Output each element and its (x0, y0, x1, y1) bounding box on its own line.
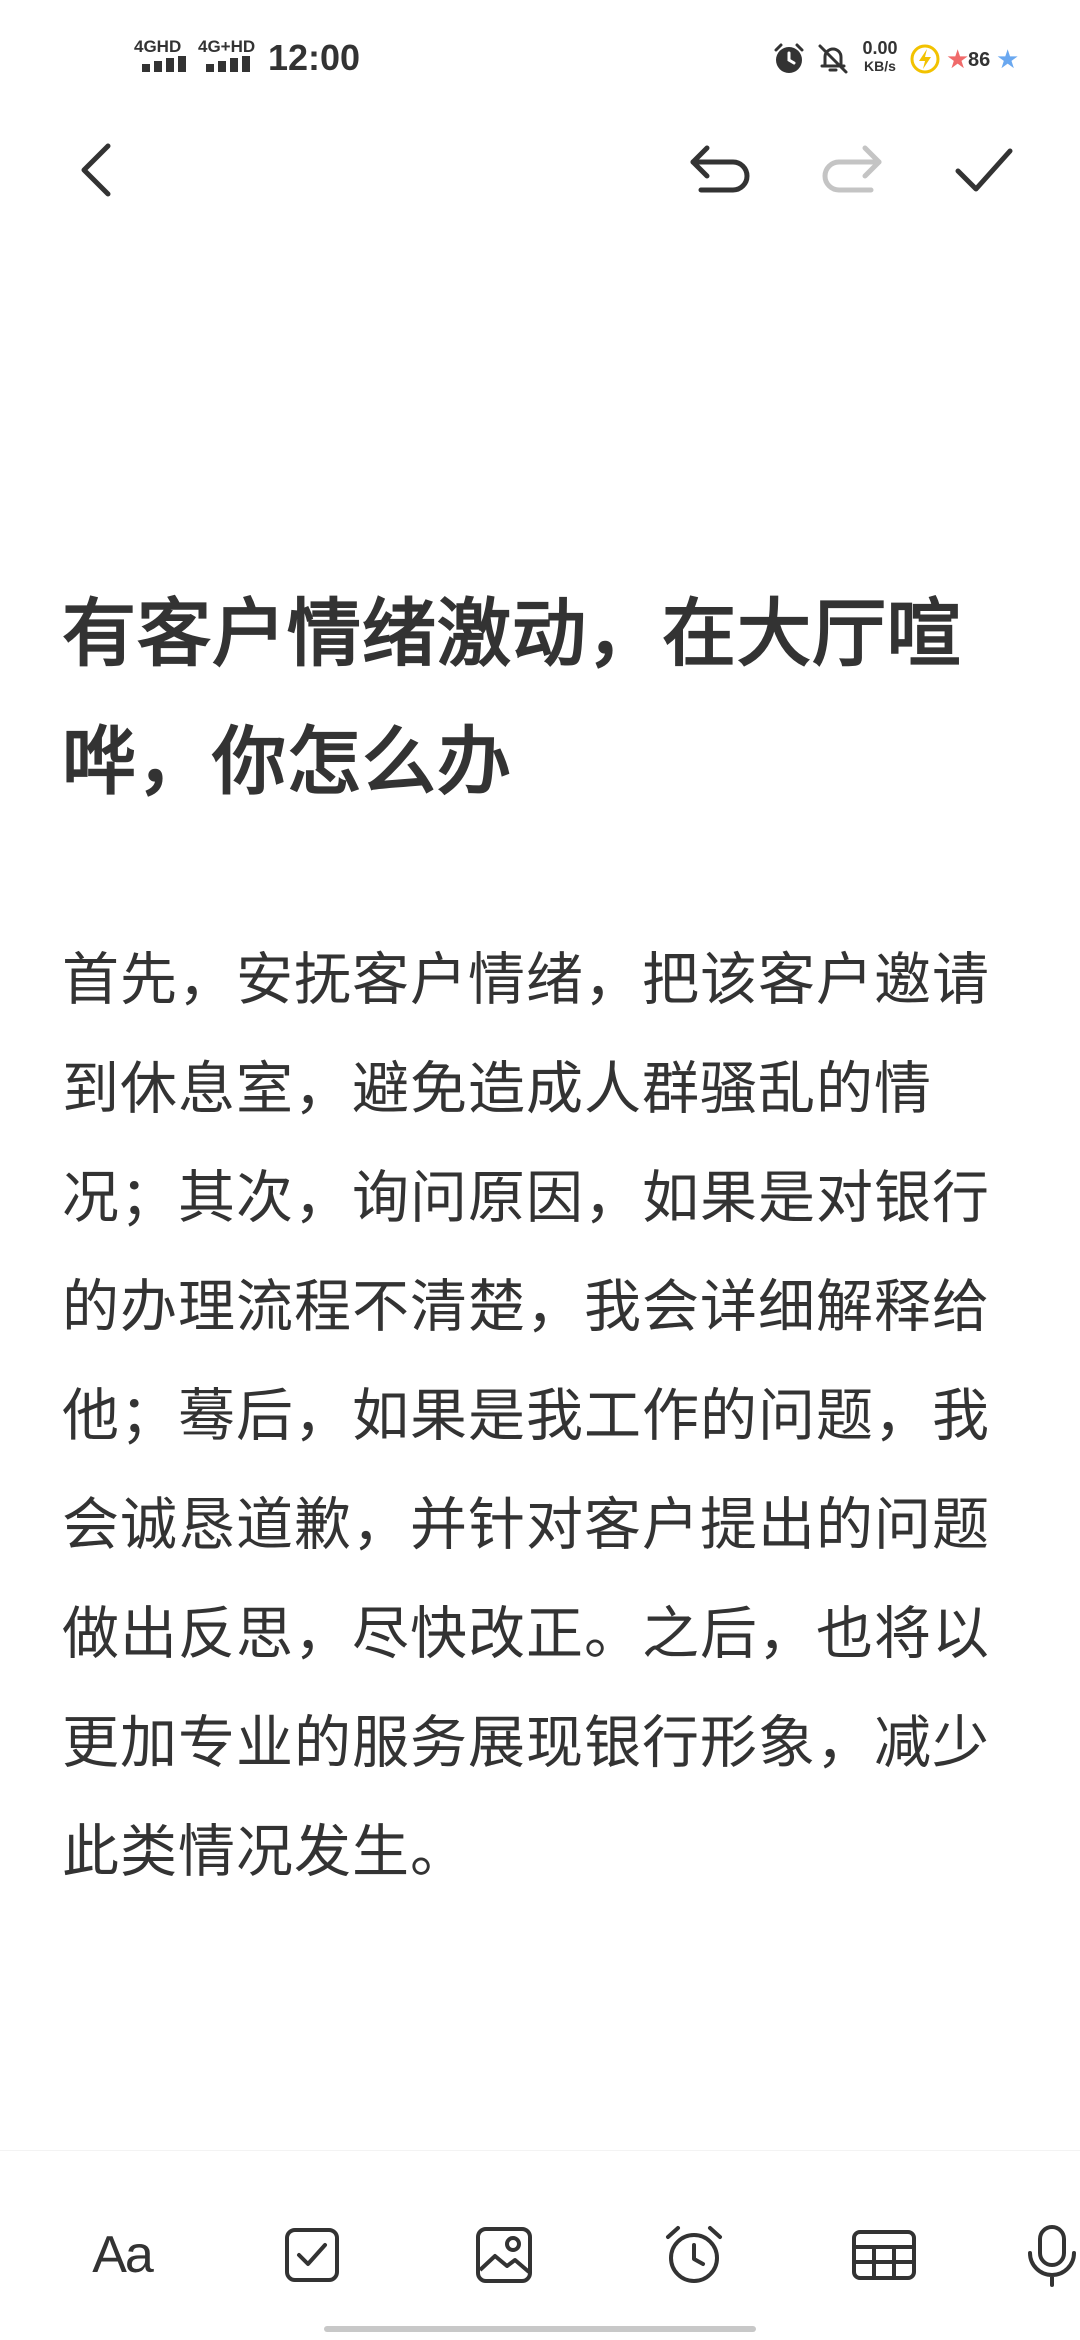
star-icon: ★ (946, 45, 970, 75)
signal-indicator-1: 4GHD (134, 38, 198, 84)
undo-button[interactable] (680, 130, 760, 210)
chevron-left-icon (81, 143, 111, 197)
microphone-icon (1028, 2225, 1076, 2287)
text-format-label: Aa (92, 2226, 154, 2284)
image-icon (476, 2227, 532, 2283)
battery-level: 86 (968, 49, 991, 71)
redo-button[interactable] (812, 130, 892, 210)
text-format-button[interactable]: Aa (72, 2205, 172, 2305)
alarm-status-icon (772, 42, 806, 80)
signal-bars-icon (206, 56, 250, 72)
signal-indicator-2: 4G+HD (198, 38, 262, 84)
reminder-button[interactable] (644, 2205, 744, 2305)
alarm-clock-icon (666, 2226, 722, 2283)
charging-bolt-icon (910, 44, 940, 78)
status-bar: 4GHD 4G+HD 12:00 0.00 KB/s ★ 86 ★ (0, 0, 1080, 120)
network-speed-value: 0.00 (862, 38, 898, 58)
note-title[interactable]: 有客户情绪激动，在大厅喧哗，你怎么办 (62, 570, 1022, 826)
table-icon (852, 2230, 916, 2280)
network-speed-unit: KB/s (864, 58, 896, 74)
done-button[interactable] (944, 130, 1024, 210)
signal-2-label: 4G+HD (198, 37, 256, 56)
signal-bars-icon (142, 56, 186, 72)
signal-1-label: 4GHD (134, 37, 182, 56)
star-icon: ★ (996, 45, 1020, 75)
home-indicator[interactable] (324, 2326, 756, 2332)
bottom-toolbar: Aa (0, 2150, 1080, 2340)
network-speed: 0.00 KB/s (856, 38, 904, 74)
status-time: 12:00 (268, 37, 361, 78)
check-icon (955, 148, 1013, 192)
note-body[interactable]: 首先，安抚客户情绪，把该客户邀请到休息室，避免造成人群骚乱的情况；其次，询问原因… (62, 926, 1020, 1907)
battery-indicator: ★ 86 ★ (944, 44, 1024, 76)
checklist-button[interactable] (262, 2205, 362, 2305)
insert-table-button[interactable] (834, 2205, 934, 2305)
checkbox-icon (285, 2228, 339, 2282)
notifications-off-icon (816, 42, 850, 80)
voice-input-button[interactable] (1024, 2205, 1080, 2305)
insert-image-button[interactable] (454, 2205, 554, 2305)
undo-icon (690, 145, 750, 193)
redo-icon (822, 145, 882, 193)
note-editor-screen: 4GHD 4G+HD 12:00 0.00 KB/s ★ 86 ★ 有客户情绪激… (0, 0, 1080, 2340)
back-button[interactable] (56, 130, 136, 210)
